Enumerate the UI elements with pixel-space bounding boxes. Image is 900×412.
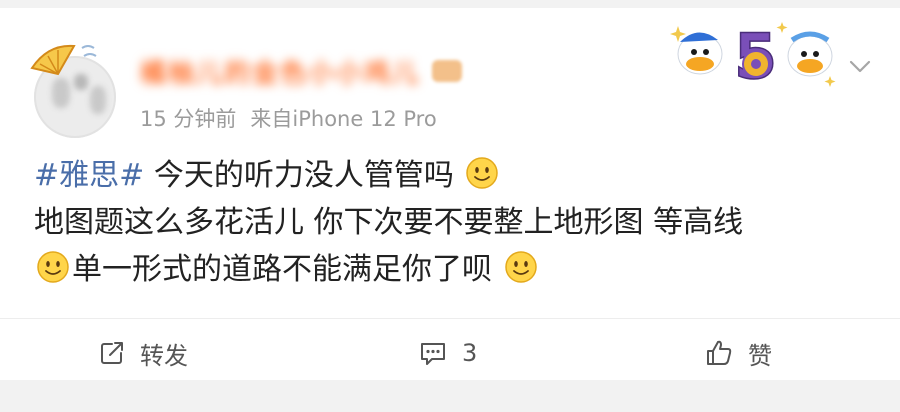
- repost-button[interactable]: 转发: [98, 326, 188, 380]
- donald-duck-card-decoration-icon: 5: [670, 19, 836, 90]
- post-line-3: 单一形式的道路不能满足你了呗: [34, 246, 874, 293]
- hashtag-link[interactable]: #雅思#: [34, 158, 144, 193]
- post-content: #雅思# 今天的听力没人管管吗 地图题这么多花活儿 你下次要不要整上地形图 等高…: [34, 152, 874, 293]
- fan-decoration-icon: [30, 44, 97, 76]
- post-line-1-text: 今天的听力没人管管吗: [144, 158, 454, 193]
- action-bar: 转发 3 赞: [0, 326, 900, 380]
- divider: [0, 318, 900, 319]
- comment-button[interactable]: 3: [418, 326, 477, 380]
- smile-emoji-icon: [37, 251, 69, 283]
- comment-icon: [421, 343, 445, 365]
- post-line-2: 地图题这么多花活儿 你下次要不要整上地形图 等高线: [34, 205, 744, 240]
- post-time: 15 分钟前: [140, 107, 237, 131]
- avatar[interactable]: [28, 38, 124, 138]
- thumbs-up-icon: [707, 340, 732, 365]
- like-button[interactable]: 赞: [704, 326, 772, 380]
- vip-badge-icon: [432, 60, 463, 82]
- post-line-3-text: 单一形式的道路不能满足你了呗: [72, 252, 492, 287]
- post-meta: 15 分钟前 来自iPhone 12 Pro: [140, 103, 437, 133]
- post-source: 来自iPhone 12 Pro: [250, 107, 437, 131]
- smile-emoji-icon: [504, 251, 537, 283]
- chevron-down-icon[interactable]: [846, 52, 874, 80]
- smile-emoji-icon: [466, 157, 499, 189]
- author-name[interactable]: 橘柚儿的金色小小鸡儿: [140, 56, 463, 89]
- post-line-1: #雅思# 今天的听力没人管管吗: [34, 152, 874, 199]
- author-name-text: 橘柚儿的金色小小鸡儿: [140, 58, 421, 89]
- repost-label: 转发: [140, 341, 188, 370]
- weibo-post-card: 橘柚儿的金色小小鸡儿 15 分钟前来自iPhone 12 Pro 5 #雅思# …: [0, 8, 900, 380]
- share-icon: [101, 342, 123, 364]
- like-label: 赞: [748, 341, 772, 370]
- comment-count: 3: [462, 339, 478, 367]
